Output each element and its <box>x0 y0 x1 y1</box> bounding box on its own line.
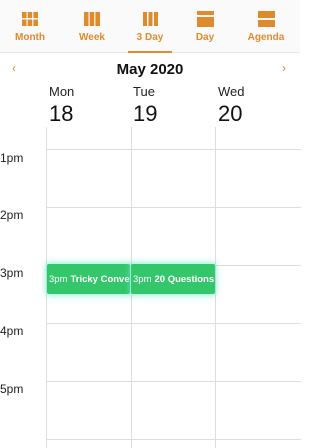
hour-line <box>47 207 301 208</box>
month-header: ‹ May 2020 › <box>0 53 300 79</box>
hour-line <box>47 323 301 324</box>
event-time: 3pm <box>133 273 152 285</box>
day-header-tue[interactable]: Tue 19 <box>133 84 217 127</box>
event-title: Tricky Conve <box>70 273 130 285</box>
hour-line <box>47 149 301 150</box>
month-grid-icon <box>22 11 38 27</box>
time-label-4pm: 4pm <box>0 324 24 338</box>
event-20-questions[interactable]: 3pm 20 Questions <box>131 264 215 294</box>
tab-label: Week <box>79 32 105 43</box>
time-label-2pm: 2pm <box>0 208 24 222</box>
time-label-5pm: 5pm <box>0 382 24 396</box>
day-number: 18 <box>49 101 74 126</box>
tab-label: Day <box>195 32 215 43</box>
tab-label: 3 Day <box>136 32 164 43</box>
time-label-1pm: 1pm <box>0 151 24 165</box>
day-number: 19 <box>133 101 158 126</box>
day-rows-icon <box>196 11 214 27</box>
tab-month[interactable]: Month <box>0 0 60 52</box>
event-tricky-conversation[interactable]: 3pm Tricky Conve <box>47 264 130 294</box>
three-day-icon <box>142 11 158 27</box>
tab-label: Agenda <box>247 32 285 43</box>
day-name: Mon <box>49 84 75 99</box>
next-arrow-icon[interactable]: › <box>282 61 286 75</box>
day-name: Tue <box>133 84 155 99</box>
week-columns-icon <box>84 11 100 27</box>
event-time: 3pm <box>49 273 68 285</box>
view-tab-bar: Month Week 3 Day Day Agenda <box>0 0 300 53</box>
tab-day[interactable]: Day <box>176 0 234 52</box>
day-number: 20 <box>218 101 243 126</box>
event-title: 20 Questions <box>154 273 215 285</box>
tab-week[interactable]: Week <box>62 0 122 52</box>
time-label-3pm: 3pm <box>0 266 24 280</box>
tab-agenda[interactable]: Agenda <box>236 0 296 52</box>
column-divider <box>215 127 216 448</box>
day-name: Wed <box>218 84 245 99</box>
agenda-list-icon <box>257 11 275 27</box>
tab-label: Month <box>15 32 45 43</box>
day-header-wed[interactable]: Wed 20 <box>218 84 302 127</box>
tab-3-day[interactable]: 3 Day <box>120 0 180 53</box>
hour-line <box>47 381 301 382</box>
month-title: May 2020 <box>116 61 184 78</box>
hour-line <box>47 439 301 440</box>
day-header-mon[interactable]: Mon 18 <box>49 84 133 127</box>
